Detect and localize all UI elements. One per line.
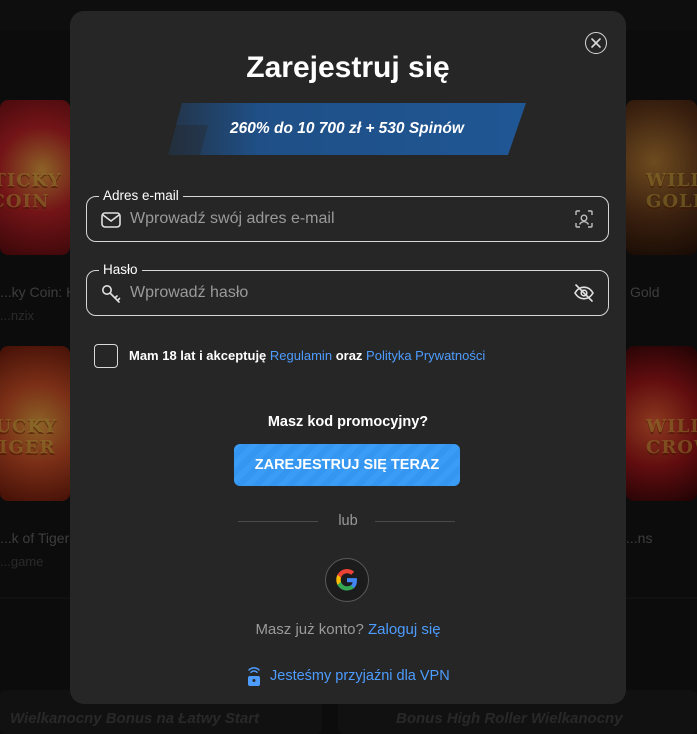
email-input[interactable] [130,197,550,241]
lock-wifi-icon [248,667,260,686]
promo-banner: 260% do 10 700 zł + 530 Spinów [168,103,526,155]
login-link[interactable]: Zaloguj się [368,621,441,638]
password-input[interactable] [130,271,550,315]
eye-off-icon[interactable] [573,282,595,304]
terms-prefix: Mam 18 lat i akceptuję [129,348,267,363]
login-prompt: Masz już konto? Zaloguj się [70,621,626,638]
terms-checkbox[interactable] [94,344,118,368]
vpn-info-link[interactable]: Jesteśmy przyjaźni dla VPN [246,665,450,687]
register-modal: Zarejestruj się 260% do 10 700 zł + 530 … [70,11,626,704]
divider-line-right [375,521,455,522]
privacy-policy-link[interactable]: Polityka Prywatności [366,348,485,363]
face-scan-icon[interactable] [573,208,595,230]
divider-text: lub [338,513,358,529]
register-submit-button[interactable]: ZAREJESTRUJ SIĘ TERAZ [234,444,460,486]
envelope-icon [101,212,121,228]
vpn-text: Jesteśmy przyjaźni dla VPN [270,668,450,684]
close-icon [591,38,601,48]
email-field[interactable]: Adres e-mail [86,188,609,242]
login-prompt-text: Masz już konto? [255,621,364,638]
key-icon [102,285,121,303]
password-field[interactable]: Hasło [86,262,609,316]
google-icon [336,569,357,591]
promo-banner-text: 260% do 10 700 zł + 530 Spinów [230,120,464,137]
modal-title: Zarejestruj się [246,51,450,84]
terms-text: Mam 18 lat i akceptuję Regulamin oraz Po… [129,348,485,363]
google-login-button[interactable] [325,558,369,602]
promo-code-toggle[interactable]: Masz kod promocyjny? [70,414,626,430]
terms-middle: oraz [335,348,363,363]
terms-link[interactable]: Regulamin [270,348,332,363]
